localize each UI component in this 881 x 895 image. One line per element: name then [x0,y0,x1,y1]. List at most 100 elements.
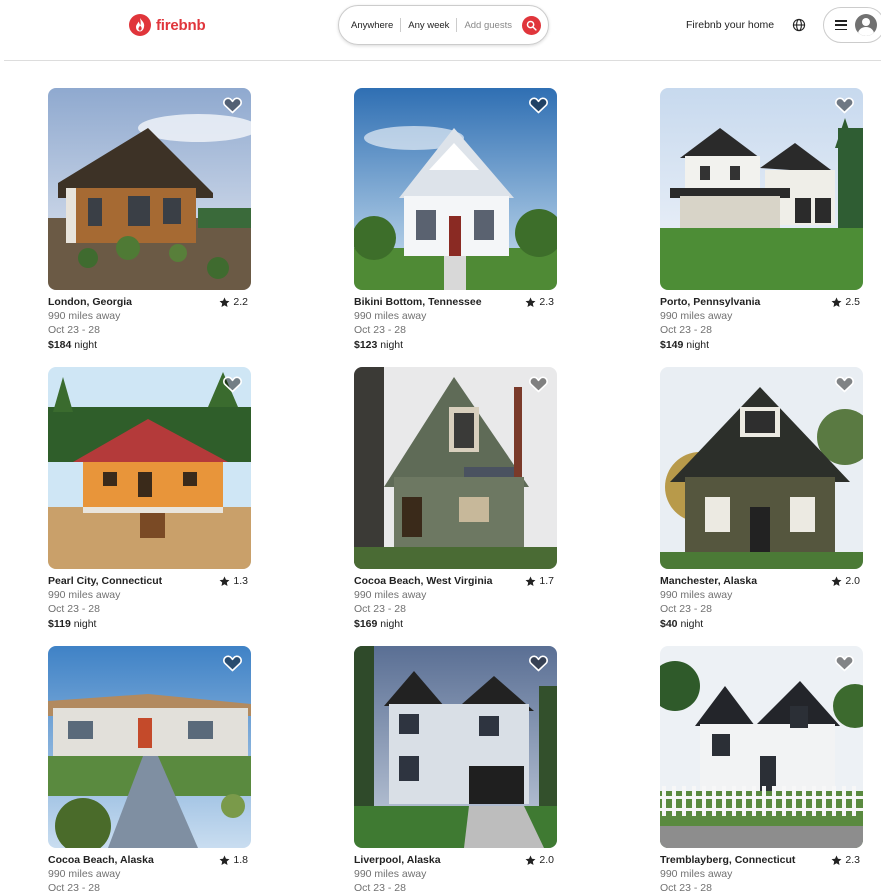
hamburger-icon [835,20,847,30]
favorite-heart-icon[interactable] [835,376,854,393]
listing-card[interactable]: Manchester, Alaska 2.0 990 miles away Oc… [660,367,863,631]
price-unit: night [686,339,710,351]
listing-card[interactable]: Cocoa Beach, Alaska 1.8 990 miles away O… [48,646,251,895]
listing-title-row: Tremblayberg, Connecticut 2.3 [660,853,863,867]
star-icon [219,576,230,586]
search-dates[interactable]: Any week [408,20,449,31]
listing-photo[interactable] [48,88,251,290]
listing-distance: 990 miles away [48,310,121,322]
listing-card[interactable]: Pearl City, Connecticut 1.3 990 miles aw… [48,367,251,631]
search-guests[interactable]: Add guests [464,20,512,31]
price-unit: night [680,618,704,630]
star-icon [831,297,842,307]
listing-photo[interactable] [660,646,863,848]
favorite-heart-icon[interactable] [835,97,854,114]
listing-location: Liverpool, Alaska [354,854,441,866]
listing-title-row: Cocoa Beach, Alaska 1.8 [48,853,251,867]
listing-rating: 2.0 [831,575,863,587]
rating-value: 1.7 [539,575,554,587]
favorite-heart-icon[interactable] [835,655,854,672]
listing-photo[interactable] [354,367,557,569]
rating-value: 2.0 [539,854,554,866]
price-unit: night [380,618,404,630]
listing-location: London, Georgia [48,296,132,308]
search-button[interactable] [522,16,541,35]
star-icon [219,855,230,865]
price-amount: $149 [660,339,684,351]
favorite-heart-icon[interactable] [529,376,548,393]
host-your-home-link[interactable]: Firebnb your home [686,19,774,31]
favorite-heart-icon[interactable] [223,376,242,393]
listing-rating: 1.8 [219,854,251,866]
listing-card[interactable]: Bikini Bottom, Tennessee 2.3 990 miles a… [354,88,557,352]
rating-value: 2.3 [539,296,554,308]
listing-price: $169 night [354,617,557,631]
listing-dates: Oct 23 - 28 [660,603,712,615]
favorite-heart-icon[interactable] [529,97,548,114]
globe-icon[interactable] [792,18,806,32]
listing-photo[interactable] [354,646,557,848]
listing-card[interactable]: London, Georgia 2.2 990 miles away Oct 2… [48,88,251,352]
listing-card[interactable]: Liverpool, Alaska 2.0 990 miles away Oct… [354,646,557,895]
listing-rating: 2.5 [831,296,863,308]
listing-dates: Oct 23 - 28 [48,603,100,615]
house-photo [354,88,557,290]
listing-distance: 990 miles away [354,589,427,601]
house-photo [354,367,557,569]
listing-price: $119 night [48,617,251,631]
listing-location: Manchester, Alaska [660,575,758,587]
listing-dates: Oct 23 - 28 [660,324,712,336]
listing-title-row: Pearl City, Connecticut 1.3 [48,574,251,588]
listing-location: Cocoa Beach, West Virginia [354,575,493,587]
rating-value: 1.8 [233,854,248,866]
house-photo [354,646,557,848]
rating-value: 1.3 [233,575,248,587]
listing-price: $123 night [354,338,557,352]
search-location[interactable]: Anywhere [351,20,393,31]
listing-photo[interactable] [660,88,863,290]
listing-card[interactable]: Porto, Pennsylvania 2.5 990 miles away O… [660,88,863,352]
listing-title-row: Porto, Pennsylvania 2.5 [660,295,863,309]
price-amount: $119 [48,618,71,630]
house-photo [48,367,251,569]
listing-distance: 990 miles away [354,310,427,322]
listing-title-row: Bikini Bottom, Tennessee 2.3 [354,295,557,309]
listing-title-row: Manchester, Alaska 2.0 [660,574,863,588]
listing-title-row: Liverpool, Alaska 2.0 [354,853,557,867]
listing-rating: 2.2 [219,296,251,308]
price-amount: $169 [354,618,378,630]
search-icon [526,20,537,31]
listing-distance: 990 miles away [660,589,733,601]
user-menu-button[interactable] [823,7,881,43]
search-divider [400,18,402,32]
listing-card[interactable]: Tremblayberg, Connecticut 2.3 990 miles … [660,646,863,895]
price-amount: $123 [354,339,378,351]
listing-location: Bikini Bottom, Tennessee [354,296,482,308]
search-divider [456,18,458,32]
house-photo [660,88,863,290]
price-unit: night [380,339,404,351]
star-icon [525,855,536,865]
house-photo [660,646,863,848]
listing-photo[interactable] [354,88,557,290]
listing-title-row: London, Georgia 2.2 [48,295,251,309]
listing-title-row: Cocoa Beach, West Virginia 1.7 [354,574,557,588]
favorite-heart-icon[interactable] [223,97,242,114]
listing-distance: 990 miles away [660,868,733,880]
search-bar[interactable]: Anywhere Any week Add guests [338,5,549,45]
rating-value: 2.3 [845,854,860,866]
favorite-heart-icon[interactable] [223,655,242,672]
listing-photo[interactable] [48,646,251,848]
firebnb-logo[interactable]: firebnb [128,13,206,37]
listing-photo[interactable] [660,367,863,569]
star-icon [525,297,536,307]
listing-location: Porto, Pennsylvania [660,296,761,308]
price-unit: night [73,618,97,630]
listing-photo[interactable] [48,367,251,569]
top-navbar: firebnb Anywhere Any week Add guests Fir… [0,0,881,60]
listing-card[interactable]: Cocoa Beach, West Virginia 1.7 990 miles… [354,367,557,631]
rating-value: 2.5 [845,296,860,308]
star-icon [219,297,230,307]
listing-price: $149 night [660,338,863,352]
favorite-heart-icon[interactable] [529,655,548,672]
